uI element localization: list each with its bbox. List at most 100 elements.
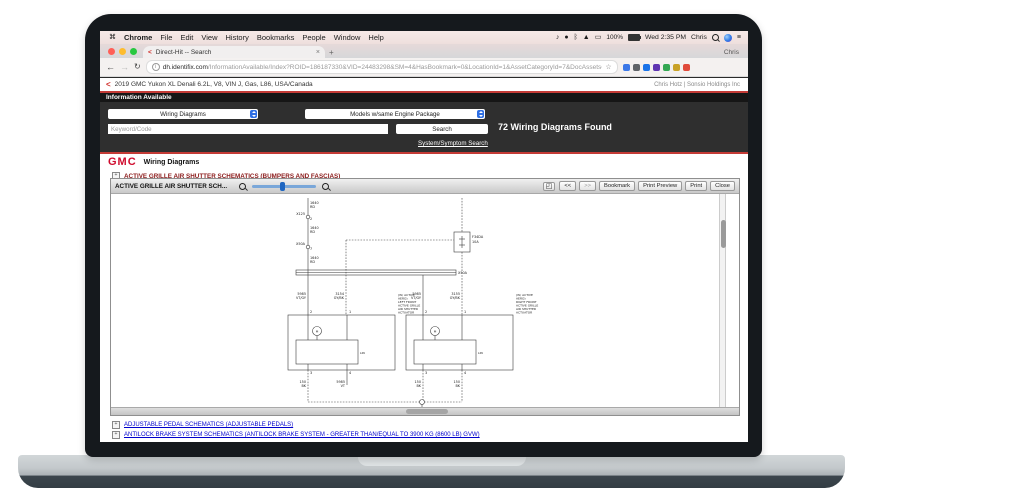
vertical-scrollbar[interactable] [719, 194, 726, 410]
notification-center-icon[interactable]: ≡ [737, 34, 741, 41]
forward-button[interactable]: → [120, 63, 129, 72]
menu-item-help[interactable]: Help [368, 33, 383, 42]
back-button[interactable]: ← [106, 63, 115, 72]
zoom-out-icon[interactable] [239, 183, 246, 190]
window-controls [100, 48, 143, 58]
volume-icon[interactable]: ♪ [556, 34, 560, 41]
red-circle-extension-icon[interactable] [683, 64, 690, 71]
bookmark-extension-icon[interactable] [623, 64, 630, 71]
schematic-link[interactable]: ADJUSTABLE PEDAL SCHEMATICS (ADJUSTABLE … [124, 422, 293, 428]
horizontal-scrollbar[interactable] [111, 407, 739, 415]
svg-text:2: 2 [310, 310, 312, 314]
menu-item-edit[interactable]: Edit [180, 33, 193, 42]
menu-bar-user[interactable]: Chris [691, 34, 707, 41]
select-stepper-icon [477, 110, 484, 118]
macos-menu-bar: ⌘ Chrome File Edit View History Bookmarks Peop… [100, 31, 748, 44]
green-circle-extension-icon[interactable] [663, 64, 670, 71]
svg-text:1: 1 [464, 310, 466, 314]
display-icon[interactable]: ▭ [595, 34, 602, 41]
url-text: dh.identifix.com/InformationAvailable/In… [163, 64, 603, 71]
viewer-button-close[interactable]: Close [710, 181, 735, 191]
zoom-in-icon[interactable] [322, 183, 329, 190]
category-select[interactable]: Wiring Diagrams [108, 109, 258, 119]
expand-icon[interactable]: + [112, 421, 120, 429]
svg-text:LIN: LIN [360, 351, 365, 355]
svg-text:RD: RD [310, 230, 315, 234]
tab-close-icon[interactable]: × [316, 49, 320, 56]
menu-item-people[interactable]: People [302, 33, 325, 42]
svg-text:4: 4 [349, 371, 351, 375]
svg-text:X125: X125 [296, 212, 305, 216]
model-select[interactable]: Models w/same Engine Package [305, 109, 485, 119]
browser-toolbar: ← → ↻ i dh.identifix.com/InformationAvai… [100, 58, 748, 77]
schematic-link-row: + ADJUSTABLE PEDAL SCHEMATICS (ADJUSTABLE… [112, 421, 748, 429]
svg-text:RD: RD [310, 205, 315, 209]
viewer-button-[interactable]: << [559, 181, 576, 191]
zoom-slider-thumb[interactable] [280, 182, 285, 191]
menu-item-chrome[interactable]: Chrome [124, 33, 152, 42]
viewer-button-printpreview[interactable]: Print Preview [638, 181, 682, 191]
svg-text:X50A: X50A [458, 271, 468, 275]
menu-item-view[interactable]: View [201, 33, 217, 42]
app-dot-icon[interactable]: ● [564, 34, 568, 41]
browser-profile-name[interactable]: Chris [724, 49, 748, 58]
svg-text:ACTUATOR: ACTUATOR [398, 311, 414, 315]
purple-extension-icon[interactable] [653, 64, 660, 71]
account-info: Chris Hotz | Sonsio Holdings Inc [654, 82, 748, 88]
tab-title: Direct-Hit -- Search [156, 49, 312, 56]
viewer-button-bookmark[interactable]: Bookmark [599, 181, 635, 191]
battery-percent: 100% [606, 34, 623, 41]
search-button[interactable]: Search [396, 124, 488, 134]
laptop-screen: ⌘ Chrome File Edit View History Bookmarks Peop… [100, 31, 748, 442]
expand-view-icon[interactable]: ◰ [543, 182, 556, 191]
page-info-icon[interactable]: i [152, 63, 160, 71]
diagram-canvas: 1640RDX12521640RDX50A71640RDF34DA10AX50A… [111, 194, 739, 410]
keyword-input[interactable] [108, 124, 388, 134]
system-symptom-search-link[interactable]: System/Symptom Search [418, 140, 488, 147]
svg-text:BK: BK [455, 384, 460, 388]
extension-icons [623, 64, 690, 71]
reload-button[interactable]: ↻ [134, 63, 141, 71]
expand-icon[interactable]: + [112, 431, 120, 439]
svg-text:X50A: X50A [296, 242, 306, 246]
close-window-button[interactable] [108, 48, 115, 55]
viewer-title: ACTIVE GRILLE AIR SHUTTER SCH... [115, 183, 227, 190]
address-bar[interactable]: i dh.identifix.com/InformationAvailable/… [146, 60, 618, 74]
viewer-button-[interactable]: >> [579, 181, 596, 191]
menu-bar-status: ♪ ● ᛒ ▲ ▭ 100% Wed 2:35 PM Chris ≡ [556, 34, 748, 42]
result-count: 72 Wiring Diagrams Found [498, 122, 612, 132]
menu-item-bookmarks[interactable]: Bookmarks [257, 33, 295, 42]
schematic-link[interactable]: ANTILOCK BRAKE SYSTEM SCHEMATICS (ANTILO… [124, 432, 480, 438]
information-available-panel: Wiring Diagrams Models w/same Engine Pac… [100, 102, 748, 152]
svg-text:2: 2 [310, 217, 312, 221]
spotlight-search-icon[interactable] [712, 34, 719, 41]
shield-extension-icon[interactable] [633, 64, 640, 71]
zoom-window-button[interactable] [130, 48, 137, 55]
viewer-button-print[interactable]: Print [685, 181, 707, 191]
wifi-icon[interactable]: ▲ [583, 34, 590, 41]
svg-text:VT: VT [341, 384, 346, 388]
apple-menu-icon[interactable]: ⌘ [109, 34, 116, 41]
browser-tab[interactable]: < Direct-Hit -- Search × [143, 46, 325, 58]
blue-circle-extension-icon[interactable] [643, 64, 650, 71]
menu-bar-clock[interactable]: Wed 2:35 PM [645, 34, 686, 41]
menu-item-history[interactable]: History [226, 33, 249, 42]
bluetooth-icon[interactable]: ᛒ [574, 34, 578, 41]
svg-text:ACTUATOR: ACTUATOR [516, 311, 532, 315]
menu-item-file[interactable]: File [160, 33, 172, 42]
svg-text:RD: RD [310, 260, 315, 264]
status-icons: ♪ ● ᛒ ▲ ▭ [556, 34, 602, 41]
siri-icon[interactable] [724, 34, 732, 42]
schematic-link-row: + ANTILOCK BRAKE SYSTEM SCHEMATICS (ANTIL… [112, 431, 748, 439]
zoom-slider[interactable] [252, 185, 316, 188]
vertical-scrollbar-thumb[interactable] [721, 220, 726, 248]
horizontal-scrollbar-thumb[interactable] [406, 409, 448, 414]
key-extension-icon[interactable] [673, 64, 680, 71]
bookmark-star-icon[interactable]: ☆ [605, 63, 611, 71]
menu-items: Chrome File Edit View History Bookmarks People… [124, 33, 384, 42]
menu-item-window[interactable]: Window [334, 33, 361, 42]
minimize-window-button[interactable] [119, 48, 126, 55]
model-select-value: Models w/same Engine Package [350, 111, 440, 118]
new-tab-button[interactable]: + [325, 48, 340, 58]
svg-text:M: M [434, 330, 437, 334]
